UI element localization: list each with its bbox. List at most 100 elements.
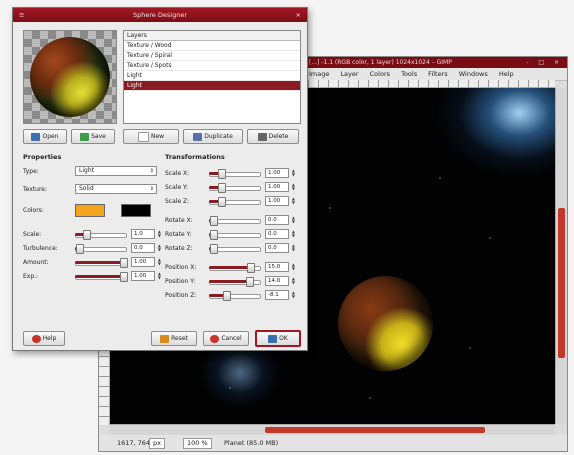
exp-label: Exp.: — [23, 273, 39, 280]
help-label: Help — [42, 335, 57, 342]
transform-slider[interactable] — [209, 243, 261, 254]
menu-image[interactable]: Image — [309, 70, 329, 78]
transform-spinbox[interactable]: 1.00 ▲ ▼ — [265, 196, 295, 206]
transform-label: Scale Z: — [165, 198, 190, 205]
transform-value: 1.00 — [268, 198, 281, 204]
layer-item[interactable]: Texture / Spots — [124, 61, 300, 71]
new-button[interactable]: New — [123, 129, 179, 144]
menu-colors[interactable]: Colors — [370, 70, 390, 78]
spin-arrows-icon[interactable]: ▲ ▼ — [292, 291, 295, 299]
spin-arrows-icon[interactable]: ▲ ▼ — [292, 263, 295, 271]
window-controls[interactable]: - □ × — [526, 57, 563, 68]
reset-button[interactable]: Reset — [151, 331, 197, 346]
slider-knob[interactable] — [245, 277, 254, 287]
spin-arrows-icon[interactable]: ▲ ▼ — [292, 197, 295, 205]
slider-knob[interactable] — [209, 216, 218, 226]
transform-spinbox[interactable]: 15.0 ▲ ▼ — [265, 262, 295, 272]
exp-spinbox[interactable]: 1.00 ▲ ▼ — [131, 271, 161, 281]
scroll-thumb[interactable] — [558, 208, 565, 358]
delete-button[interactable]: Delete — [247, 129, 299, 144]
scale-spinbox[interactable]: 1.0 ▲ ▼ — [131, 229, 161, 239]
spin-arrows-icon[interactable]: ▲ ▼ — [292, 169, 295, 177]
menu-tools[interactable]: Tools — [401, 70, 417, 78]
pointer-coordinates: 1617, 764 — [117, 439, 151, 447]
open-button[interactable]: Open — [23, 129, 67, 144]
spin-arrows-icon[interactable]: ▲ ▼ — [158, 272, 161, 280]
reset-icon — [160, 334, 170, 343]
slider-knob[interactable] — [209, 244, 218, 254]
spin-arrows-icon[interactable]: ▲ ▼ — [292, 216, 295, 224]
slider-knob[interactable] — [218, 169, 227, 179]
spin-arrows-icon[interactable]: ▲ ▼ — [292, 230, 295, 238]
transform-slider[interactable] — [209, 215, 261, 226]
transform-slider[interactable] — [209, 196, 261, 207]
menu-windows[interactable]: Windows — [459, 70, 488, 78]
transform-spinbox[interactable]: 1.00 ▲ ▼ — [265, 182, 295, 192]
type-select[interactable]: Light ⇕ — [75, 166, 157, 176]
spin-arrows-icon[interactable]: ▲ ▼ — [158, 244, 161, 252]
unit-selector[interactable]: px — [149, 438, 165, 449]
color-2-swatch[interactable] — [121, 204, 151, 217]
slider-knob[interactable] — [218, 183, 227, 193]
slider-knob[interactable] — [120, 272, 129, 282]
amount-label: Amount: — [23, 259, 49, 266]
spin-arrows-icon[interactable]: ▲ ▼ — [158, 230, 161, 238]
zoom-selector[interactable]: 100 % — [183, 438, 212, 449]
duplicate-button[interactable]: Duplicate — [183, 129, 243, 144]
texture-select[interactable]: Solid ⇕ — [75, 184, 157, 194]
exp-slider[interactable] — [75, 271, 129, 282]
vertical-scrollbar[interactable] — [555, 88, 567, 424]
transform-slider[interactable] — [209, 182, 261, 193]
close-icon[interactable]: × — [296, 8, 301, 22]
transform-label: Rotate X: — [165, 217, 193, 224]
scroll-thumb[interactable] — [265, 427, 485, 433]
duplicate-label: Duplicate — [204, 133, 233, 140]
dialog-title-bar[interactable]: ≡ Sphere Designer × — [13, 8, 307, 22]
horizontal-scrollbar[interactable] — [110, 424, 555, 435]
slider-knob[interactable] — [75, 244, 84, 254]
layer-item[interactable]: Light — [124, 71, 300, 81]
layer-item[interactable]: Texture / Wood — [124, 41, 300, 51]
window-menu-icon[interactable]: ≡ — [19, 8, 24, 22]
transform-slider[interactable] — [209, 229, 261, 240]
slider-knob[interactable] — [209, 230, 218, 240]
menu-help[interactable]: Help — [499, 70, 514, 78]
transform-spinbox[interactable]: 14.0 ▲ ▼ — [265, 276, 295, 286]
amount-spinbox[interactable]: 1.00 ▲ ▼ — [131, 257, 161, 267]
transform-slider[interactable] — [209, 262, 261, 273]
slider-knob[interactable] — [222, 291, 231, 301]
layer-list[interactable]: Layers Texture / Wood Texture / Spiral T… — [123, 30, 301, 124]
spin-arrows-icon[interactable]: ▲ ▼ — [292, 183, 295, 191]
menu-filters[interactable]: Filters — [428, 70, 447, 78]
cancel-button[interactable]: Cancel — [203, 331, 249, 346]
slider-knob[interactable] — [246, 263, 255, 273]
turbulence-spinbox[interactable]: 0.0 ▲ ▼ — [131, 243, 161, 253]
slider-knob[interactable] — [218, 197, 227, 207]
color-1-swatch[interactable] — [75, 204, 105, 217]
amount-slider[interactable] — [75, 257, 129, 268]
transform-slider[interactable] — [209, 276, 261, 287]
save-label: Save — [91, 133, 106, 140]
transform-spinbox[interactable]: 1.00 ▲ ▼ — [265, 168, 295, 178]
slider-knob[interactable] — [83, 230, 92, 240]
spin-arrows-icon[interactable]: ▲ ▼ — [292, 277, 295, 285]
spin-arrows-icon[interactable]: ▲ ▼ — [292, 244, 295, 252]
slider-fill — [75, 275, 124, 278]
transform-spinbox[interactable]: 0.0 ▲ ▼ — [265, 243, 295, 253]
scale-slider[interactable] — [75, 229, 127, 240]
turbulence-slider[interactable] — [75, 243, 127, 254]
transform-slider[interactable] — [209, 290, 261, 301]
transform-value: 15.0 — [268, 264, 281, 270]
slider-knob[interactable] — [120, 258, 129, 268]
menu-layer[interactable]: Layer — [340, 70, 358, 78]
help-button[interactable]: Help — [23, 331, 65, 346]
transform-spinbox[interactable]: -8.1 ▲ ▼ — [265, 290, 295, 300]
layer-item[interactable]: Texture / Spiral — [124, 51, 300, 61]
layer-item-selected[interactable]: Light — [124, 81, 300, 91]
transform-spinbox[interactable]: 0.0 ▲ ▼ — [265, 229, 295, 239]
transform-slider[interactable] — [209, 168, 261, 179]
ok-button[interactable]: OK — [255, 330, 301, 347]
spin-arrows-icon[interactable]: ▲ ▼ — [158, 258, 161, 266]
transform-spinbox[interactable]: 0.0 ▲ ▼ — [265, 215, 295, 225]
save-button[interactable]: Save — [71, 129, 115, 144]
